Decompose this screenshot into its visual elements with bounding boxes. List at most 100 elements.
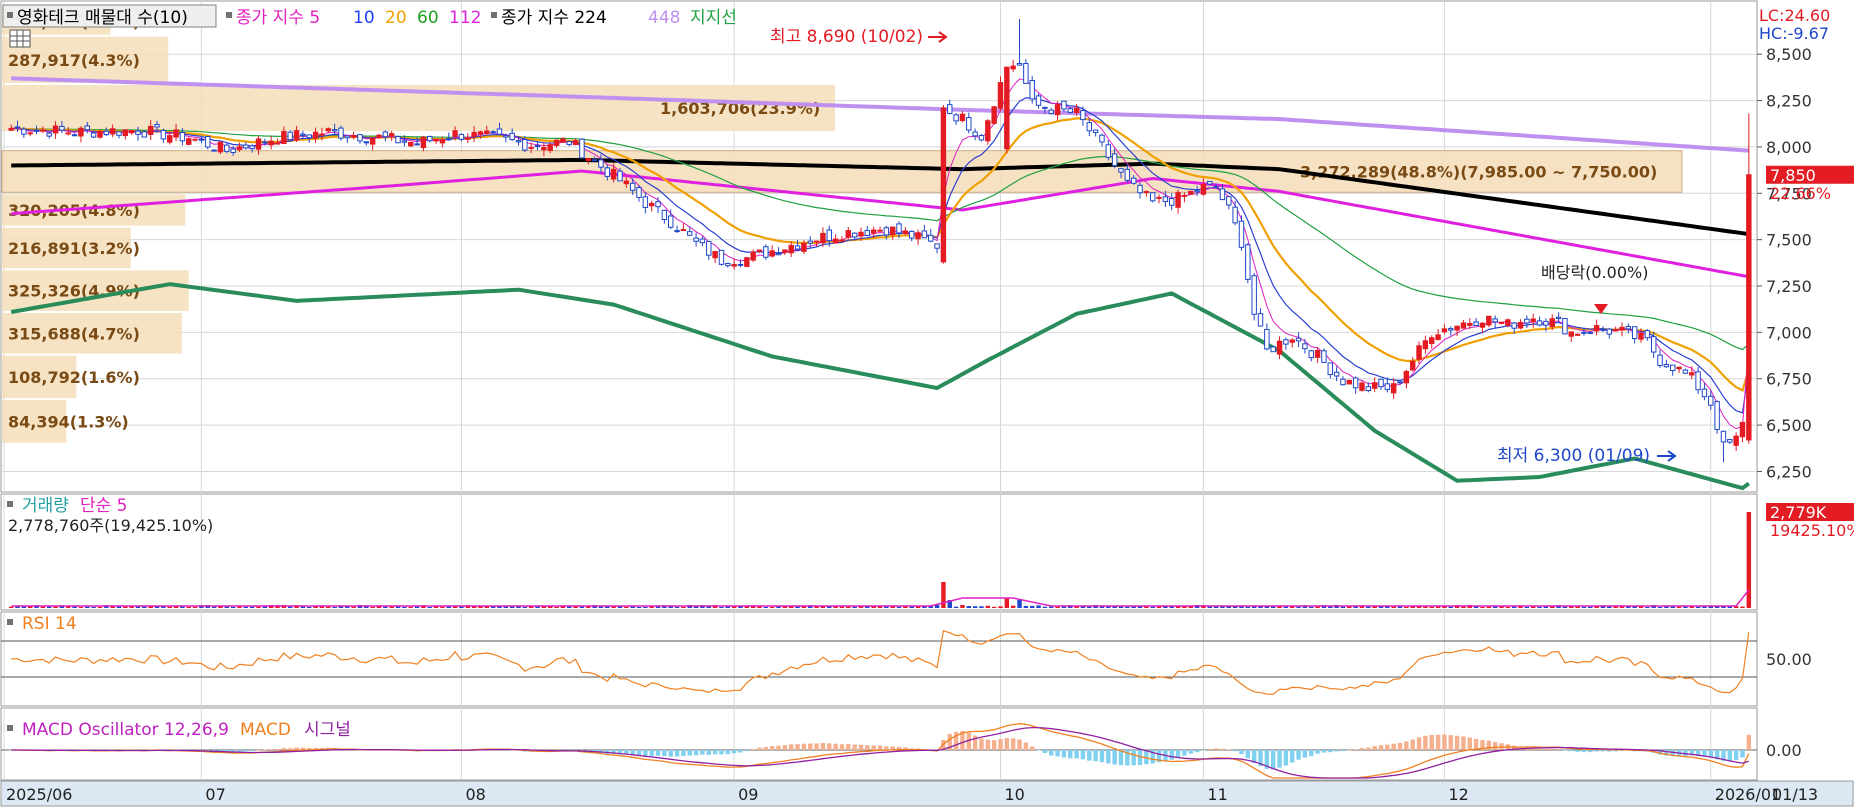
- candle[interactable]: [1460, 322, 1467, 329]
- candle[interactable]: [154, 124, 160, 128]
- volume-bar[interactable]: [256, 606, 261, 608]
- candle[interactable]: [306, 134, 312, 139]
- candle[interactable]: [1035, 95, 1042, 106]
- candle[interactable]: [78, 127, 84, 137]
- volume-bar[interactable]: [1562, 606, 1568, 608]
- candle[interactable]: [262, 141, 268, 144]
- candle[interactable]: [186, 138, 192, 145]
- candle[interactable]: [325, 128, 331, 132]
- candle[interactable]: [1105, 144, 1112, 158]
- candle[interactable]: [725, 262, 731, 267]
- candle[interactable]: [687, 231, 693, 236]
- candle[interactable]: [1714, 401, 1720, 431]
- candle[interactable]: [997, 82, 1004, 109]
- volume-bar[interactable]: [643, 606, 648, 608]
- volume-bar[interactable]: [1537, 606, 1542, 608]
- legend-item[interactable]: 종가 지수 224: [501, 8, 607, 28]
- candle[interactable]: [1194, 190, 1200, 193]
- candle[interactable]: [1587, 331, 1594, 334]
- candle[interactable]: [1682, 369, 1689, 374]
- candle[interactable]: [940, 107, 947, 263]
- volume-bar[interactable]: [389, 606, 394, 608]
- candle[interactable]: [141, 131, 148, 138]
- volume-bar[interactable]: [1036, 605, 1041, 608]
- candle[interactable]: [1238, 220, 1245, 248]
- candle[interactable]: [395, 136, 401, 144]
- volume-bar[interactable]: [402, 606, 407, 608]
- volume-bar[interactable]: [554, 606, 559, 608]
- candle[interactable]: [46, 132, 52, 137]
- candle[interactable]: [407, 141, 414, 147]
- candle[interactable]: [1492, 318, 1498, 323]
- candle[interactable]: [1251, 275, 1257, 315]
- candle[interactable]: [991, 106, 997, 124]
- candle[interactable]: [826, 229, 832, 242]
- volume-bar[interactable]: [192, 606, 198, 608]
- candle[interactable]: [21, 128, 27, 135]
- volume-bar[interactable]: [40, 606, 46, 608]
- volume-bar[interactable]: [1055, 606, 1060, 608]
- candle[interactable]: [718, 249, 725, 265]
- candle[interactable]: [858, 231, 864, 237]
- candle[interactable]: [14, 126, 21, 129]
- candle[interactable]: [1562, 317, 1568, 335]
- candle[interactable]: [8, 128, 14, 131]
- candle[interactable]: [1416, 345, 1422, 360]
- candle[interactable]: [268, 140, 274, 146]
- volume-bar[interactable]: [307, 606, 312, 608]
- candle[interactable]: [59, 125, 65, 131]
- volume-bar[interactable]: [972, 606, 978, 608]
- candle[interactable]: [801, 242, 807, 252]
- candle[interactable]: [1384, 383, 1391, 390]
- volume-bar[interactable]: [237, 606, 242, 608]
- candle[interactable]: [1118, 168, 1124, 173]
- candle[interactable]: [382, 131, 389, 138]
- volume-bar[interactable]: [674, 606, 680, 608]
- candle[interactable]: [1061, 100, 1067, 110]
- candle[interactable]: [1644, 330, 1651, 339]
- candle[interactable]: [1004, 66, 1010, 150]
- candle[interactable]: [1226, 196, 1232, 206]
- volume-bar[interactable]: [85, 606, 90, 608]
- candle[interactable]: [1086, 122, 1092, 132]
- volume-bar[interactable]: [97, 606, 103, 608]
- candle[interactable]: [1270, 346, 1276, 353]
- candle[interactable]: [27, 132, 33, 135]
- candle[interactable]: [1631, 326, 1638, 340]
- candle[interactable]: [877, 229, 883, 232]
- candle[interactable]: [1130, 177, 1137, 184]
- candle[interactable]: [116, 131, 122, 136]
- candle[interactable]: [1733, 435, 1739, 446]
- volume-bar[interactable]: [1442, 606, 1447, 608]
- volume-bar[interactable]: [8, 606, 14, 608]
- volume-bar[interactable]: [991, 606, 997, 608]
- volume-bar[interactable]: [78, 606, 84, 608]
- candle[interactable]: [230, 148, 236, 153]
- candle[interactable]: [1346, 379, 1353, 385]
- volume-bar[interactable]: [1588, 606, 1593, 608]
- candle[interactable]: [1137, 184, 1143, 194]
- candle[interactable]: [1175, 192, 1181, 208]
- candle[interactable]: [33, 129, 40, 132]
- candle[interactable]: [1536, 320, 1543, 326]
- candle[interactable]: [1295, 337, 1302, 342]
- candle[interactable]: [1289, 339, 1295, 343]
- candle[interactable]: [1111, 153, 1118, 167]
- volume-bar[interactable]: [1429, 606, 1434, 608]
- candle[interactable]: [388, 133, 395, 137]
- candle[interactable]: [1739, 421, 1746, 438]
- candle[interactable]: [680, 229, 687, 232]
- volume-bar[interactable]: [427, 606, 432, 608]
- candle[interactable]: [147, 125, 154, 135]
- table-icon[interactable]: [9, 29, 31, 48]
- candle[interactable]: [357, 134, 363, 142]
- candle[interactable]: [1574, 333, 1581, 336]
- candle[interactable]: [1568, 331, 1574, 337]
- candle[interactable]: [1023, 63, 1029, 84]
- volume-bar[interactable]: [681, 606, 686, 608]
- volume-bar[interactable]: [636, 606, 642, 608]
- candle[interactable]: [503, 135, 509, 138]
- candle[interactable]: [1073, 107, 1080, 114]
- volume-bar[interactable]: [326, 606, 331, 608]
- candle[interactable]: [1219, 188, 1226, 201]
